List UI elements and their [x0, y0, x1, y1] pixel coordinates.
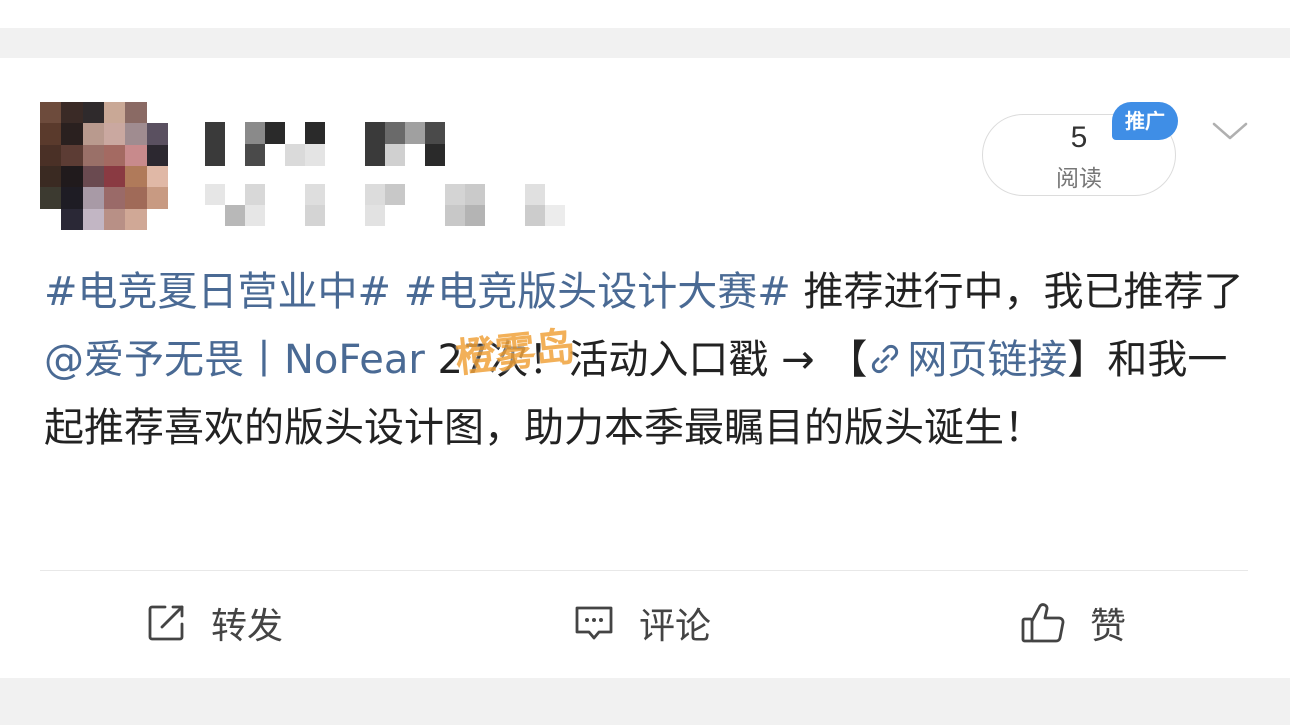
divider: [40, 570, 1248, 571]
bracket: 】: [1067, 337, 1108, 383]
card-separator: [0, 678, 1290, 725]
thumbs-up-icon: [1021, 603, 1065, 643]
username-blurred[interactable]: [205, 122, 485, 166]
bracket: 【: [827, 337, 868, 383]
post-text-segment: 推荐进行中，我已推荐了: [790, 269, 1244, 315]
comment-label: 评论: [639, 606, 712, 647]
mention-link[interactable]: @爱予无畏丨NoFear: [44, 337, 425, 383]
card-separator: [0, 28, 1290, 58]
web-link-label: 网页链接: [907, 337, 1068, 383]
post-text: #电竞夏日营业中# #电竞版头设计大赛# 推荐进行中，我已推荐了 @爱予无畏丨No…: [44, 258, 1254, 462]
chevron-down-icon[interactable]: [1210, 116, 1250, 146]
like-label: 赞: [1090, 606, 1127, 647]
avatar[interactable]: [40, 102, 168, 230]
hashtag-link[interactable]: #电竞夏日营业中#: [44, 269, 391, 315]
repost-button[interactable]: 转发: [145, 598, 283, 648]
post-meta-blurred: [205, 184, 585, 226]
hashtag-link[interactable]: #电竞版头设计大赛#: [404, 269, 791, 315]
repost-icon: [148, 605, 184, 641]
read-label: 阅读: [1056, 166, 1102, 192]
repost-label: 转发: [211, 606, 284, 647]
previous-card-bottom: [0, 0, 1290, 28]
comment-icon: [575, 606, 613, 640]
feed-card[interactable]: 5 阅读 推广 #电竞夏日营业中# #电竞版头设计大赛# 推荐进行中，我已推荐了…: [0, 58, 1290, 678]
link-icon: [872, 344, 899, 374]
web-link[interactable]: 网页链接: [867, 337, 1067, 383]
comment-button[interactable]: 评论: [573, 598, 711, 648]
promo-badge: 推广: [1112, 102, 1178, 140]
like-button[interactable]: 赞: [1020, 598, 1126, 648]
